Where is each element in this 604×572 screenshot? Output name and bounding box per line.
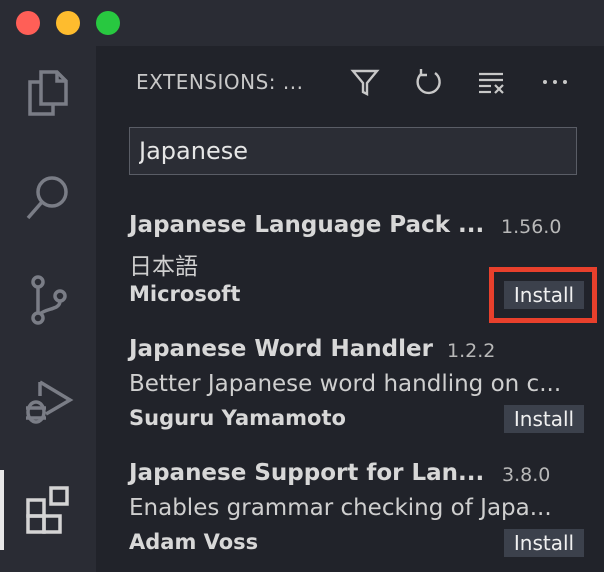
extension-version: 1.2.2 (447, 340, 496, 362)
install-highlight-box (489, 267, 597, 323)
install-button[interactable]: Install (504, 405, 584, 433)
extension-description: Better Japanese word handling on c... (129, 371, 562, 397)
close-window-button[interactable] (16, 11, 40, 35)
more-icon (543, 80, 567, 84)
sidebar-title: EXTENSIONS: ... (136, 70, 304, 94)
extensions-search-input[interactable] (129, 127, 577, 175)
title-bar (0, 0, 604, 46)
search-icon (26, 176, 68, 220)
clear-results-button[interactable] (472, 64, 510, 100)
extension-name: Japanese Word Handler (129, 336, 433, 362)
activity-source-control[interactable] (0, 260, 96, 340)
refresh-button[interactable] (409, 64, 447, 100)
refresh-icon (416, 69, 441, 95)
activity-bar (0, 46, 96, 572)
clear-results-icon (479, 72, 504, 94)
extensions-icon (26, 486, 69, 534)
activity-explorer[interactable] (0, 52, 96, 132)
extension-list-item[interactable]: Japanese Word Handler 1.2.2 Better Japan… (96, 326, 604, 450)
run-debug-icon (26, 380, 74, 424)
activity-run-debug[interactable] (0, 362, 96, 442)
maximize-window-button[interactable] (96, 11, 120, 35)
extension-publisher: Suguru Yamamoto (129, 406, 346, 430)
extension-description: Enables grammar checking of Japa... (129, 495, 552, 521)
filter-button[interactable] (346, 64, 384, 100)
source-control-icon (31, 275, 67, 325)
extension-publisher: Microsoft (129, 282, 241, 306)
more-actions-button[interactable] (536, 64, 574, 100)
activity-extensions[interactable] (0, 470, 96, 550)
extensions-sidebar: EXTENSIONS: ... Japanese Japanese Langua… (96, 46, 604, 572)
extension-version: 3.8.0 (502, 464, 551, 486)
install-button[interactable]: Install (504, 529, 584, 557)
filter-icon (350, 69, 380, 96)
extension-name: Japanese Language Pack ... (129, 212, 485, 238)
files-icon (28, 70, 68, 116)
extension-name: Japanese Support for Lan... (129, 460, 485, 486)
extension-publisher: Adam Voss (129, 530, 259, 554)
minimize-window-button[interactable] (56, 11, 80, 35)
activity-search[interactable] (0, 158, 96, 238)
extension-list-item[interactable]: Japanese Support for Lan... 3.8.0 Enable… (96, 450, 604, 572)
sidebar-header: EXTENSIONS: ... (96, 46, 604, 118)
extension-version: 1.56.0 (501, 216, 562, 238)
vscode-window: EXTENSIONS: ... Japanese Japanese Langua… (0, 0, 604, 572)
